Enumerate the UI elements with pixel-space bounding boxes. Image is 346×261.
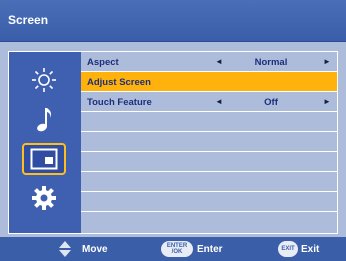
menu-panel: Aspect ◄ Normal ► Adjust Screen Touch Fe… bbox=[8, 51, 338, 234]
touch-feature-value: Off bbox=[264, 97, 278, 108]
menu-item-adjust-screen[interactable]: Adjust Screen bbox=[81, 72, 337, 92]
menu-item-label: Aspect bbox=[87, 57, 119, 68]
menu-item-touch-feature[interactable]: Touch Feature ◄ Off ► bbox=[81, 92, 337, 112]
enter-key-label-ok: /OK bbox=[171, 249, 183, 255]
exit-label: Exit bbox=[301, 243, 320, 255]
footer-bar: Move ENTER /OK Enter EXIT Exit bbox=[0, 237, 346, 261]
menu-item-label: Adjust Screen bbox=[87, 77, 151, 88]
screen-icon bbox=[30, 148, 58, 170]
left-arrow-icon[interactable]: ◄ bbox=[215, 57, 223, 66]
menu-list: Aspect ◄ Normal ► Adjust Screen Touch Fe… bbox=[81, 52, 337, 233]
menu-body: Aspect ◄ Normal ► Adjust Screen Touch Fe… bbox=[0, 42, 346, 237]
sidebar-item-screen[interactable] bbox=[22, 143, 66, 175]
menu-item-aspect[interactable]: Aspect ◄ Normal ► bbox=[81, 52, 337, 72]
enter-key-icon: ENTER /OK bbox=[161, 241, 193, 257]
left-arrow-icon[interactable]: ◄ bbox=[215, 97, 223, 106]
exit-hint: EXIT Exit bbox=[278, 237, 319, 261]
menu-item-empty bbox=[81, 132, 337, 152]
enter-label: Enter bbox=[197, 243, 223, 255]
exit-key-icon: EXIT bbox=[278, 241, 298, 257]
exit-key-label: EXIT bbox=[281, 246, 295, 252]
menu-item-empty bbox=[81, 172, 337, 192]
menu-item-empty bbox=[81, 192, 337, 212]
move-label: Move bbox=[82, 243, 108, 255]
enter-hint: ENTER /OK Enter bbox=[161, 237, 223, 261]
menu-item-empty bbox=[81, 212, 337, 233]
brightness-icon bbox=[32, 68, 56, 92]
music-note-icon bbox=[37, 108, 51, 132]
page-title: Screen bbox=[8, 13, 49, 27]
up-down-arrow-icon bbox=[59, 241, 71, 257]
menu-item-label: Touch Feature bbox=[87, 97, 152, 108]
move-hint: Move bbox=[58, 237, 108, 261]
header-bar: Screen bbox=[0, 0, 346, 42]
osd-menu: Screen Aspect ◄ Normal ► Adjust Screen T… bbox=[0, 0, 346, 261]
menu-item-empty bbox=[81, 112, 337, 132]
right-arrow-icon[interactable]: ► bbox=[323, 97, 331, 106]
right-arrow-icon[interactable]: ► bbox=[323, 57, 331, 66]
sidebar-item-brightness[interactable] bbox=[22, 64, 66, 96]
gear-icon bbox=[32, 186, 56, 210]
sidebar-item-setup[interactable] bbox=[22, 182, 66, 214]
aspect-value: Normal bbox=[254, 57, 288, 68]
menu-item-empty bbox=[81, 152, 337, 172]
sidebar bbox=[9, 52, 79, 233]
sidebar-item-audio[interactable] bbox=[22, 104, 66, 136]
